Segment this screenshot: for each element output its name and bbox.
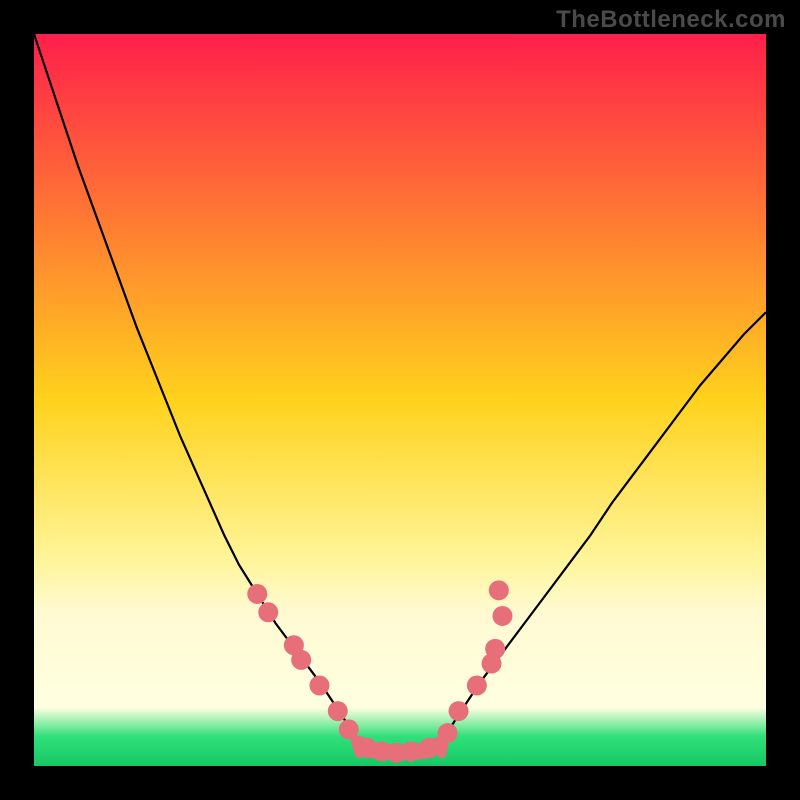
bottleneck-chart: [0, 0, 800, 800]
scatter-dot: [309, 675, 329, 695]
chart-frame: { "watermark": "TheBottleneck.com", "cha…: [0, 0, 800, 800]
scatter-dot: [492, 606, 512, 626]
scatter-dot: [489, 580, 509, 600]
scatter-dot: [401, 741, 421, 761]
scatter-dot: [247, 584, 267, 604]
scatter-dot: [467, 675, 487, 695]
scatter-dot: [291, 650, 311, 670]
scatter-dot: [449, 701, 469, 721]
scatter-dot: [258, 602, 278, 622]
scatter-dot: [419, 738, 439, 758]
scatter-dot: [438, 723, 458, 743]
watermark-text: TheBottleneck.com: [556, 6, 786, 34]
scatter-dot: [339, 719, 359, 739]
scatter-dot: [485, 639, 505, 659]
scatter-dot: [328, 701, 348, 721]
plot-background: [34, 34, 766, 766]
valley-cap-1: [442, 740, 444, 752]
